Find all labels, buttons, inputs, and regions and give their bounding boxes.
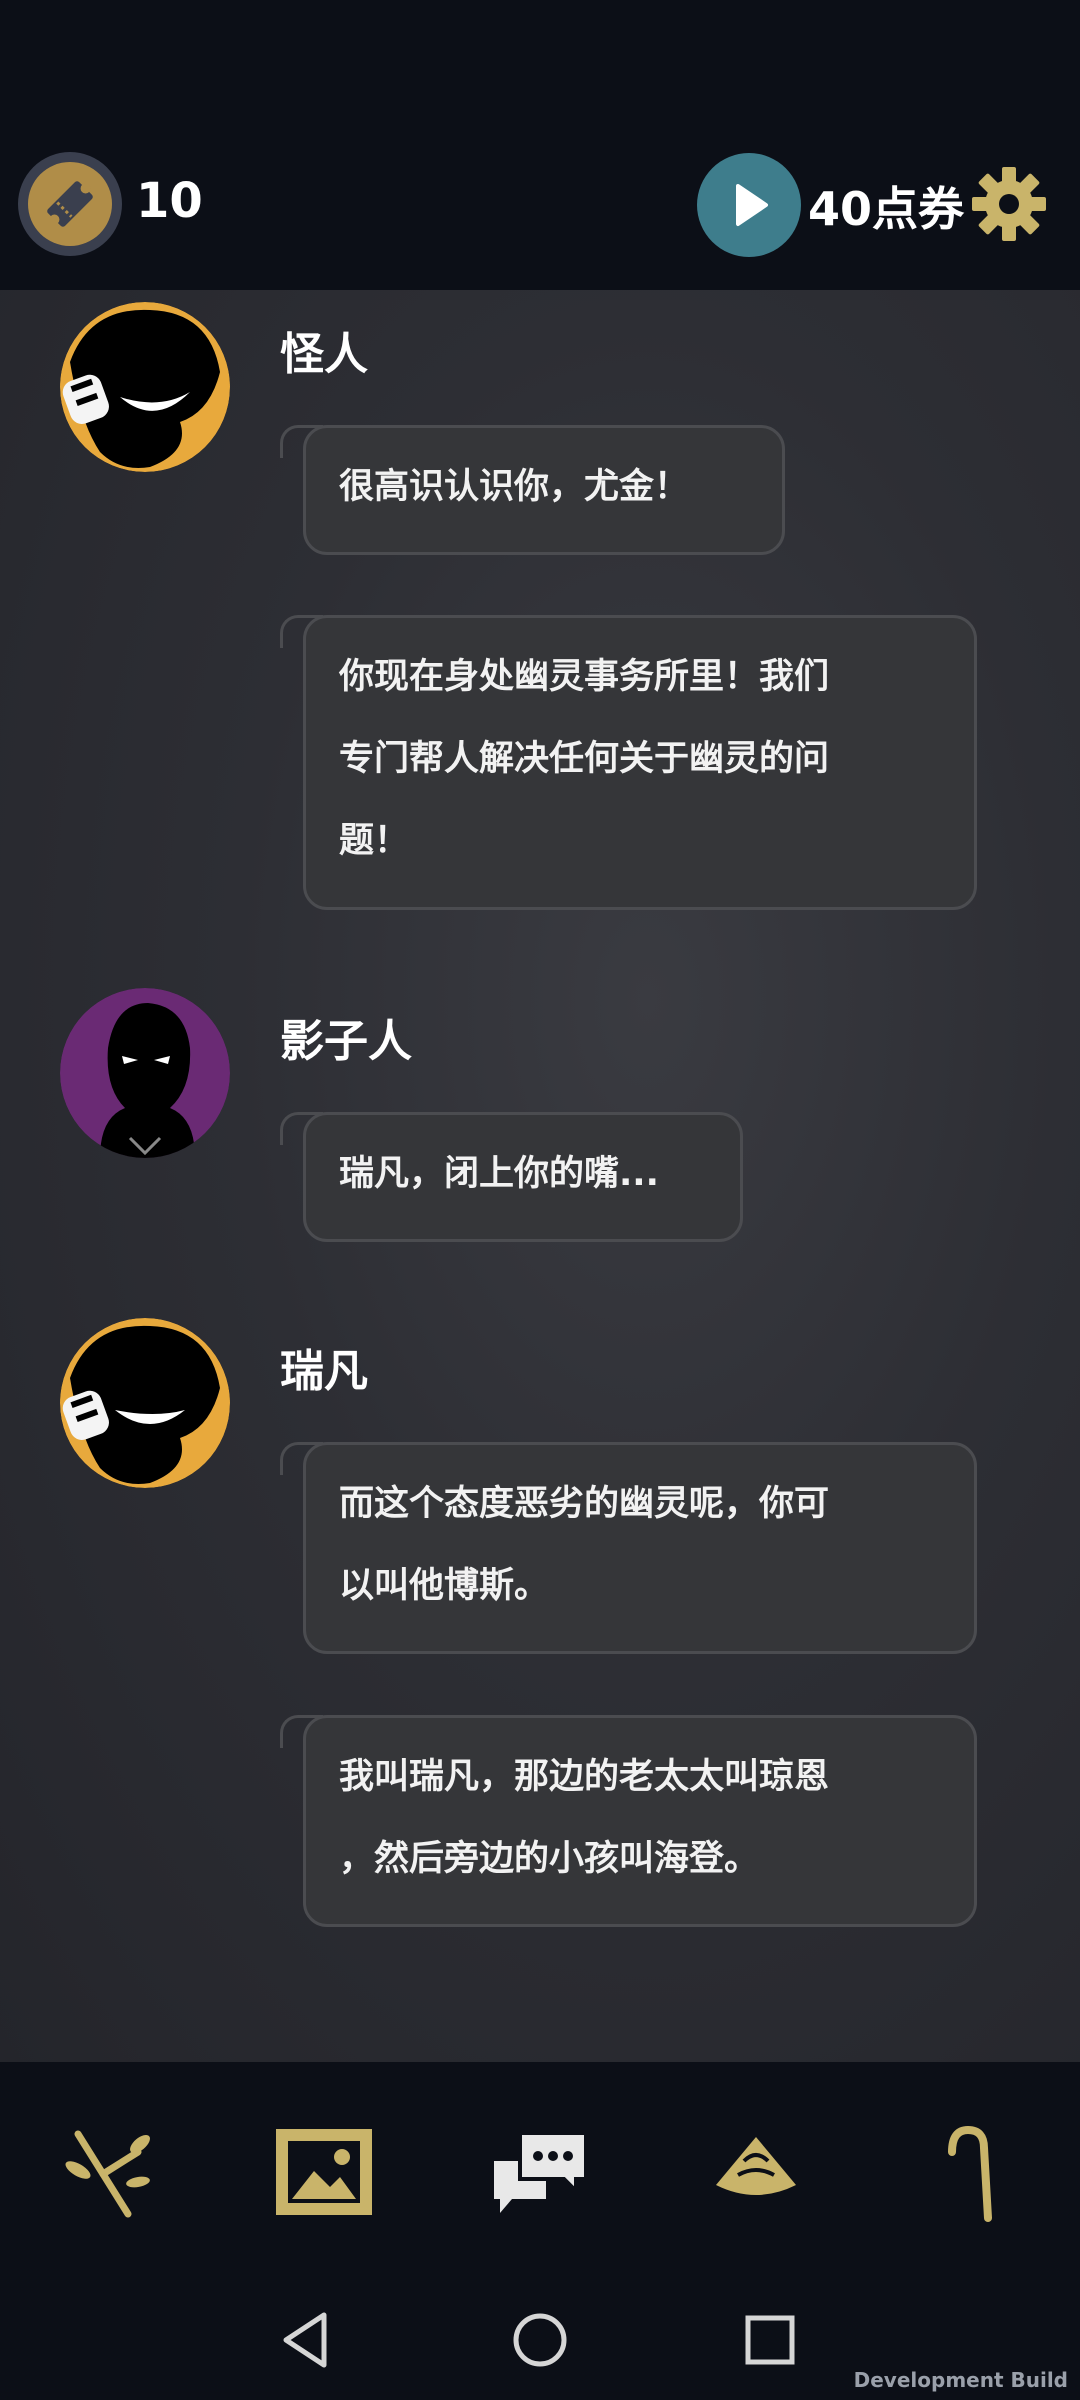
home-icon xyxy=(513,2313,567,2367)
nav-item-gallery[interactable] xyxy=(254,2102,394,2242)
system-nav: Development Build xyxy=(0,2280,1080,2400)
recents-button[interactable] xyxy=(735,2305,805,2375)
points-label: 40点券 xyxy=(808,182,965,236)
message-line: ，然后旁边的小孩叫海登。 xyxy=(339,1839,760,1879)
nav-item-branch[interactable] xyxy=(38,2102,178,2242)
gallery-icon xyxy=(276,2129,372,2215)
play-ad-button[interactable] xyxy=(697,153,801,257)
avatar[interactable] xyxy=(60,988,230,1158)
avatar[interactable] xyxy=(60,1318,230,1488)
gear-icon xyxy=(972,167,1046,241)
nav-item-cane[interactable] xyxy=(902,2102,1042,2242)
cane-icon xyxy=(948,2125,992,2222)
message-line: 以叫他博斯。 xyxy=(339,1566,550,1606)
top-bar: 10 40点券 xyxy=(0,145,1080,290)
message-line: 专门帮人解决任何关于幽灵的问 xyxy=(339,739,830,779)
message-text: 而这个态度恶劣的幽灵呢，你可 以叫他博斯。 xyxy=(339,1463,924,1627)
hat-icon xyxy=(716,2137,796,2195)
message-bubble[interactable]: 我叫瑞凡，那边的老太太叫琼恩 ，然后旁边的小孩叫海登。 xyxy=(280,1715,977,1927)
ticket-count: 10 xyxy=(136,173,203,229)
play-icon xyxy=(736,184,768,226)
dev-build-label: Development Build xyxy=(853,2368,1068,2392)
settings-button[interactable] xyxy=(970,165,1048,243)
message-bubble[interactable]: 瑞凡，闭上你的嘴... xyxy=(280,1112,743,1242)
message-text: 我叫瑞凡，那边的老太太叫琼恩 ，然后旁边的小孩叫海登。 xyxy=(339,1736,924,1900)
smiling-character-avatar-icon xyxy=(60,1318,230,1488)
message-text: 你现在身处幽灵事务所里！我们 专门帮人解决任何关于幽灵的问 题！ xyxy=(339,636,924,882)
back-button[interactable] xyxy=(272,2305,342,2375)
chat-icon xyxy=(494,2131,588,2213)
nav-item-hat[interactable] xyxy=(686,2102,826,2242)
home-button[interactable] xyxy=(505,2305,575,2375)
message-bubble[interactable]: 你现在身处幽灵事务所里！我们 专门帮人解决任何关于幽灵的问 题！ xyxy=(280,615,977,910)
message-bubble[interactable]: 而这个态度恶劣的幽灵呢，你可 以叫他博斯。 xyxy=(280,1442,977,1654)
avatar[interactable] xyxy=(60,302,230,472)
message-line: 我叫瑞凡，那边的老太太叫琼恩 xyxy=(339,1757,830,1797)
chat-area[interactable]: 怪人 很高识认识你，尤金！ 你现在身处幽灵事务所里！我们 专门帮人解决任何关于幽… xyxy=(0,290,1080,2062)
message-text: 瑞凡，闭上你的嘴... xyxy=(339,1154,659,1194)
message-bubble[interactable]: 很高识认识你，尤金！ xyxy=(280,425,785,555)
back-icon xyxy=(283,2312,327,2368)
sender-name: 怪人 xyxy=(280,329,368,380)
message-line: 而这个态度恶劣的幽灵呢，你可 xyxy=(339,1484,830,1524)
bottom-nav xyxy=(0,2062,1080,2280)
branch-icon xyxy=(65,2130,150,2218)
status-area xyxy=(0,0,1080,145)
shadow-man-avatar-icon xyxy=(60,988,230,1158)
nav-item-chat[interactable] xyxy=(470,2102,610,2242)
message-line: 题！ xyxy=(339,821,410,861)
grinning-character-avatar-icon xyxy=(60,302,230,472)
recents-icon xyxy=(745,2315,795,2365)
ticket-icon xyxy=(47,181,93,227)
message-text: 很高识认识你，尤金！ xyxy=(339,467,690,507)
message-line: 你现在身处幽灵事务所里！我们 xyxy=(339,657,830,697)
sender-name: 瑞凡 xyxy=(280,1346,368,1397)
sender-name: 影子人 xyxy=(280,1016,412,1067)
ticket-button[interactable] xyxy=(18,152,122,256)
